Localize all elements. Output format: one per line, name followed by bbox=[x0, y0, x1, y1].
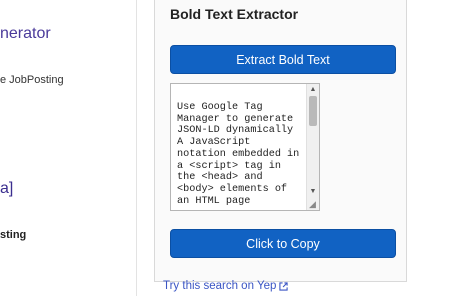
page-link-fragment[interactable]: a] bbox=[0, 180, 13, 198]
scroll-thumb[interactable] bbox=[309, 96, 317, 126]
external-link-icon bbox=[279, 281, 289, 291]
try-search-on-yep-link[interactable]: Try this search on Yep bbox=[163, 280, 289, 292]
click-to-copy-button[interactable]: Click to Copy bbox=[170, 229, 396, 258]
bold-text-extractor-panel: Bold Text Extractor Extract Bold Text Us… bbox=[154, 0, 407, 282]
yep-link-label[interactable]: Try this search on Yep bbox=[163, 280, 276, 292]
panel-title: Bold Text Extractor bbox=[170, 6, 299, 22]
scroll-down-arrow-icon[interactable]: ▼ bbox=[307, 186, 319, 197]
page-heading-fragment[interactable]: nerator bbox=[0, 25, 51, 43]
page-posting-fragment: sting bbox=[0, 229, 27, 241]
column-divider bbox=[136, 0, 137, 296]
page-subtext-fragment: e JobPosting bbox=[0, 74, 64, 86]
resize-grip-icon[interactable]: ◢ bbox=[309, 200, 318, 209]
textarea-scrollbar[interactable]: ▲ ▼ bbox=[306, 84, 319, 210]
extracted-text-content[interactable]: Use Google Tag Manager to generate JSON-… bbox=[177, 102, 305, 207]
scroll-up-arrow-icon[interactable]: ▲ bbox=[307, 84, 319, 95]
extract-bold-text-button[interactable]: Extract Bold Text bbox=[170, 45, 396, 74]
extracted-text-area[interactable]: Use Google Tag Manager to generate JSON-… bbox=[170, 83, 320, 211]
